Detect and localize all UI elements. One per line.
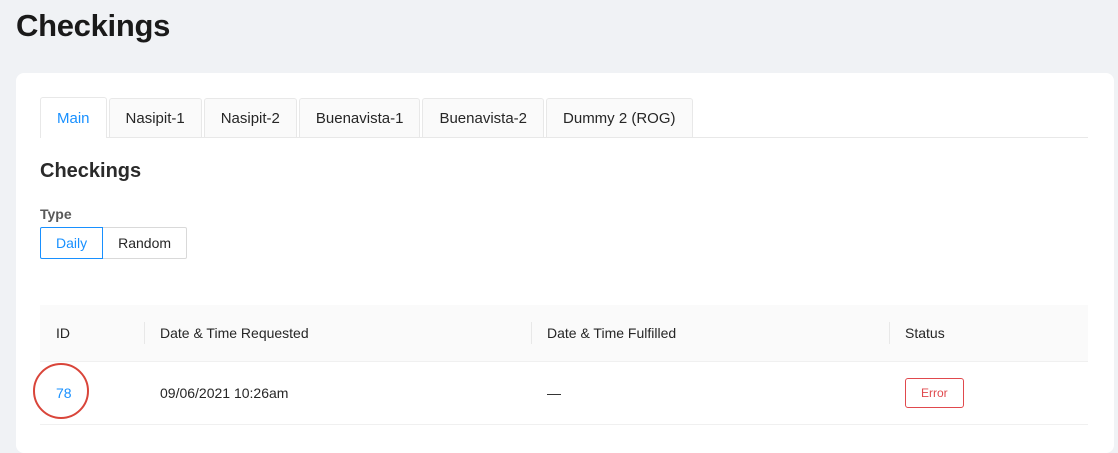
tab-buenavista-1[interactable]: Buenavista-1	[298, 98, 421, 137]
tab-nasipit-1[interactable]: Nasipit-1	[108, 98, 202, 137]
cell-date-requested: 09/06/2021 10:26am	[160, 385, 289, 401]
status-badge: Error	[905, 378, 964, 408]
checking-id-text: 78	[56, 385, 72, 401]
column-header-requested: Date & Time Requested	[144, 322, 531, 344]
checkings-card: Main Nasipit-1 Nasipit-2 Buenavista-1 Bu…	[16, 73, 1114, 453]
tab-main[interactable]: Main	[40, 97, 107, 138]
checking-id-link[interactable]: 78	[33, 363, 89, 419]
tab-nasipit-2[interactable]: Nasipit-2	[203, 98, 297, 137]
page-title: Checkings	[16, 8, 171, 43]
cell-status: Error	[889, 378, 1088, 408]
table-row: 78 09/06/2021 10:26am — Error	[33, 362, 1088, 425]
column-header-id: ID	[56, 325, 70, 341]
type-radio-group: Daily Random	[40, 227, 188, 259]
section-title: Checkings	[40, 160, 142, 182]
checkings-table: ID Date & Time Requested Date & Time Ful…	[33, 305, 1088, 425]
tab-dummy-2-rog[interactable]: Dummy 2 (ROG)	[546, 98, 693, 137]
table-header: ID Date & Time Requested Date & Time Ful…	[40, 305, 1088, 362]
column-header-status: Status	[889, 322, 1088, 344]
column-header-fulfilled: Date & Time Fulfilled	[531, 322, 889, 344]
tab-buenavista-2[interactable]: Buenavista-2	[422, 98, 545, 137]
location-tabs: Main Nasipit-1 Nasipit-2 Buenavista-1 Bu…	[40, 97, 1088, 138]
cell-id: 78	[33, 363, 144, 419]
type-label: Type	[40, 206, 72, 222]
type-daily-button[interactable]: Daily	[40, 227, 104, 259]
type-random-button[interactable]: Random	[103, 227, 188, 259]
cell-date-fulfilled: —	[547, 385, 561, 401]
